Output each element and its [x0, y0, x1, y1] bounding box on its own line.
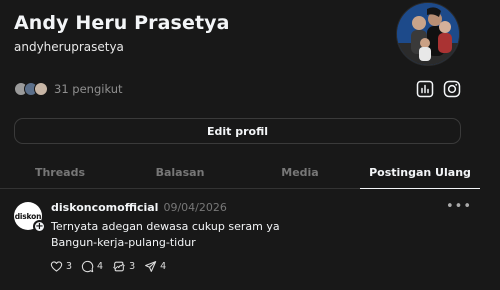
edit-profile-button[interactable]: Edit profil [14, 118, 461, 144]
bar-chart-icon[interactable] [416, 80, 434, 98]
followers-count: 31 pengikut [54, 82, 123, 96]
like-button[interactable]: 3 [50, 260, 72, 273]
follower-avatars [14, 82, 50, 96]
tab-replies[interactable]: Balasan [120, 156, 240, 188]
tab-threads[interactable]: Threads [0, 156, 120, 188]
profile-photo [397, 3, 459, 65]
profile-avatar[interactable] [396, 2, 460, 66]
more-options-icon[interactable]: ••• [446, 199, 472, 214]
follow-plus-icon[interactable]: + [33, 220, 46, 233]
share-button[interactable]: 4 [144, 260, 166, 273]
post-header: diskoncomofficial 09/04/2026 [51, 201, 227, 214]
post-actions: 3 4 3 4 [50, 260, 175, 273]
profile-page: Andy Heru Prasetya andyheruprasetya 31 p… [0, 0, 500, 290]
heart-icon [50, 261, 63, 272]
instagram-icon[interactable] [443, 80, 461, 98]
repost-count: 3 [129, 261, 136, 272]
tab-reposts[interactable]: Postingan Ulang [360, 156, 480, 189]
post-username[interactable]: diskoncomofficial [51, 201, 158, 214]
profile-name: Andy Heru Prasetya [14, 12, 230, 34]
post-author-avatar[interactable]: diskon + [14, 202, 46, 233]
send-icon [145, 261, 157, 272]
follower-avatar [34, 82, 48, 96]
followers-row[interactable]: 31 pengikut [14, 80, 123, 98]
repost-icon [113, 261, 125, 272]
repost-button[interactable]: 3 [112, 260, 135, 273]
share-count: 4 [160, 261, 167, 272]
repost-item[interactable]: diskon + diskoncomofficial 09/04/2026 ••… [0, 190, 480, 288]
tab-media[interactable]: Media [240, 156, 360, 188]
profile-tabs: Threads Balasan Media Postingan Ulang [0, 156, 480, 189]
reply-count: 4 [97, 261, 104, 272]
reply-button[interactable]: 4 [81, 260, 103, 273]
profile-handle: andyheruprasetya [14, 40, 124, 54]
like-count: 3 [66, 261, 73, 272]
post-date: 09/04/2026 [163, 201, 227, 214]
post-text: Ternyata adegan dewasa cukup seram ya Ba… [51, 220, 280, 249]
comment-icon [81, 260, 94, 273]
